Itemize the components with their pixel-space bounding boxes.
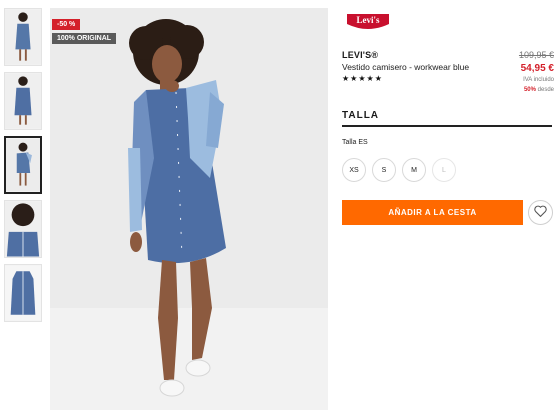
thumbnail-1[interactable] bbox=[4, 8, 42, 66]
thumbnail-5[interactable] bbox=[4, 264, 42, 322]
product-title: Vestido camisero - workwear blue bbox=[342, 62, 470, 72]
size-options: XS S M L bbox=[342, 158, 456, 182]
original-price: 109,95 € bbox=[518, 50, 554, 60]
thumbnail-3-selected[interactable] bbox=[4, 136, 42, 194]
original-badge: 100% ORIGINAL bbox=[52, 33, 117, 44]
add-to-cart-button[interactable]: AÑADIR A LA CESTA bbox=[342, 200, 523, 225]
size-system-label: Talla ES bbox=[342, 139, 368, 146]
discount-badge: -50 % bbox=[52, 19, 81, 30]
saving-percent: 50% bbox=[523, 87, 536, 93]
heart-icon bbox=[534, 204, 547, 222]
product-main-image[interactable] bbox=[50, 8, 328, 410]
saving-word: desde bbox=[537, 87, 554, 93]
rating-stars[interactable]: ★★★★★ bbox=[342, 74, 383, 83]
thumbnail-4[interactable] bbox=[4, 200, 42, 258]
saving-note: 50% desde bbox=[524, 87, 554, 93]
brand-logo[interactable]: Levi's bbox=[345, 12, 391, 34]
thumbnail-2[interactable] bbox=[4, 72, 42, 130]
size-heading: TALLA bbox=[342, 110, 380, 121]
size-option-s[interactable]: S bbox=[372, 158, 396, 182]
sale-price: 54,95 € bbox=[520, 63, 554, 74]
size-divider bbox=[342, 125, 552, 127]
size-option-xs[interactable]: XS bbox=[342, 158, 366, 182]
brand-name[interactable]: LEVI'S® bbox=[342, 50, 378, 60]
size-option-m[interactable]: M bbox=[402, 158, 426, 182]
product-page: -50 % 100% ORIGINAL Levi's LEVI'S® Vesti… bbox=[0, 0, 560, 416]
svg-text:Levi's: Levi's bbox=[356, 15, 379, 25]
wishlist-button[interactable] bbox=[528, 200, 553, 225]
size-option-l[interactable]: L bbox=[432, 158, 456, 182]
thumbnail-list bbox=[4, 8, 44, 328]
vat-note: IVA incluido bbox=[523, 77, 554, 83]
